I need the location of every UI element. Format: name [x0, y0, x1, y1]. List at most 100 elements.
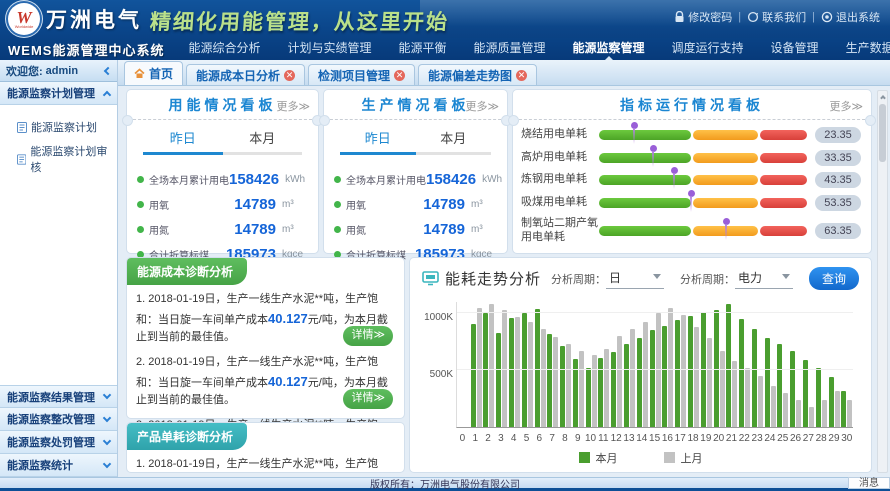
tab-yesterday[interactable]: 昨日: [143, 128, 223, 155]
chart-plot: 500K 1000K: [456, 302, 853, 428]
chart-bar: [541, 329, 546, 427]
bar-chart: 500K 1000K 01234567891011121314151617181…: [420, 298, 861, 466]
scroll-up-button[interactable]: [878, 91, 887, 102]
tab-this-month[interactable]: 本月: [223, 128, 303, 155]
bar-segment-green: [599, 130, 691, 140]
x-axis-tick: 1: [469, 431, 482, 446]
chart-bar: [681, 315, 686, 428]
sidebar-section-punishment-management[interactable]: 能源监察处罚管理: [0, 431, 117, 454]
chart-column: [623, 302, 636, 427]
nav-item-energy-supervision[interactable]: 能源监察管理: [573, 38, 645, 60]
chart-column: [559, 302, 572, 427]
bar-segment-green: [599, 226, 691, 236]
close-icon[interactable]: ✕: [394, 70, 405, 81]
divider: [325, 119, 506, 120]
kpi-row: 烧结用电单耗 23.35: [521, 127, 861, 143]
chart-bar: [604, 349, 609, 427]
bullet-dot-icon: [137, 226, 144, 233]
kpi-label: 炼钢用电单耗: [521, 173, 599, 187]
scrollbar-thumb[interactable]: [879, 104, 886, 162]
tab-this-month[interactable]: 本月: [416, 128, 492, 155]
nav-item-energy-analysis[interactable]: 能源综合分析: [188, 38, 260, 60]
energy-type-select[interactable]: 电力: [735, 269, 793, 289]
logout-link[interactable]: 退出系统: [821, 9, 880, 25]
chart-bar: [662, 326, 667, 427]
kpi-row: 制氧站二期产氧用电单耗 63.35: [521, 217, 861, 245]
diagnosis-list: 1. 2018-01-19日，生产一线生产水泥**吨，生产饱和：当日旋一车间单产…: [127, 450, 404, 473]
chart-column: [764, 302, 777, 427]
nav-item-energy-balance[interactable]: 能源平衡: [398, 38, 446, 60]
more-link[interactable]: 更多≫: [276, 98, 310, 114]
chart-column: [495, 302, 508, 427]
vertical-scrollbar[interactable]: [877, 90, 888, 473]
chart-bar: [515, 317, 520, 427]
tab-energy-cost-analysis[interactable]: 能源成本日分析 ✕: [186, 64, 305, 85]
sidebar-section-rectification-management[interactable]: 能源监察整改管理: [0, 408, 117, 431]
more-link[interactable]: 更多≫: [829, 98, 863, 114]
kpi-bar: [599, 130, 807, 140]
production-panel: 生产情况看板 更多≫ 昨日 本月 全场本月累计用电 158426 kWh: [323, 89, 508, 254]
nav-item-energy-quality[interactable]: 能源质量管理: [474, 38, 546, 60]
nav-item-production-data[interactable]: 生产数据录入: [846, 38, 890, 60]
metric-label: 用氧: [149, 197, 222, 212]
bar-segment-orange: [693, 175, 758, 185]
y-axis-tick: 500K: [421, 369, 453, 380]
metric-row: 用氧 14789 m³: [334, 196, 499, 213]
change-password-link[interactable]: 修改密码: [674, 9, 732, 25]
chart-bar: [847, 400, 852, 427]
chart-column: [828, 302, 841, 427]
section-label: 能源监察统计: [7, 457, 73, 473]
sidebar-section-plan-management[interactable]: 能源监察计划管理: [0, 82, 117, 105]
header: W Worldwide 万洲电气 精细化用能管理，从这里开始 修改密码 | 联系…: [0, 0, 890, 60]
message-tab[interactable]: 消息: [848, 477, 890, 489]
detail-button[interactable]: 详情≫: [343, 389, 393, 409]
metric-value: 158426: [229, 171, 279, 188]
item-number: 1.: [136, 458, 145, 470]
tab-yesterday[interactable]: 昨日: [340, 128, 416, 155]
kpi-row: 高炉用电单耗 33.35: [521, 150, 861, 166]
sidebar-item-supervision-plan[interactable]: 能源监察计划: [0, 115, 117, 139]
chart-bar: [739, 319, 744, 427]
close-icon[interactable]: ✕: [516, 70, 527, 81]
legend-label: 上月: [681, 450, 703, 466]
tab-deviation-trend[interactable]: 能源偏差走势图 ✕: [418, 64, 537, 85]
chart-bar: [796, 400, 801, 427]
query-button[interactable]: 查询: [809, 267, 859, 290]
kpi-value-badge: 63.35: [815, 223, 861, 239]
nav-item-dispatch-support[interactable]: 调度运行支持: [672, 38, 744, 60]
logo-subtext: Worldwide: [15, 25, 34, 29]
sidebar-section-statistics[interactable]: 能源监察统计: [0, 454, 117, 477]
metric-list: 全场本月累计用电 158426 kWh 用氧 14789 m³ 用氮: [127, 161, 318, 263]
more-link[interactable]: 更多≫: [465, 98, 499, 114]
chart-bar: [835, 391, 840, 427]
metric-row: 用氧 14789 m³: [137, 196, 310, 213]
close-icon[interactable]: ✕: [284, 70, 295, 81]
section-label: 能源监察处罚管理: [7, 434, 95, 450]
tab-bar: 首页 能源成本日分析 ✕ 检测项目管理 ✕ 能源偏差走势图 ✕: [118, 60, 890, 86]
sidebar-section-result-management[interactable]: 能源监察结果管理: [0, 385, 117, 408]
nav-item-equipment[interactable]: 设备管理: [771, 38, 819, 60]
chart-column: [457, 302, 470, 427]
x-axis-tick: 14: [635, 431, 648, 446]
sidebar-collapse-button[interactable]: [105, 68, 111, 74]
copyright-text: 版权所有：万洲电气股份有限公司: [370, 476, 520, 491]
sidebar-item-supervision-plan-audit[interactable]: 能源监察计划审核: [0, 139, 117, 179]
period-select[interactable]: 日: [606, 269, 664, 289]
detail-button[interactable]: 详情≫: [343, 326, 393, 346]
tab-home[interactable]: 首页: [124, 61, 183, 85]
logo: W Worldwide 万洲电气: [8, 3, 142, 35]
chart-column: [840, 302, 853, 427]
chart-bar: [765, 338, 770, 427]
x-axis-tick: 26: [789, 431, 802, 446]
bar-segment-red: [760, 153, 807, 163]
section-label: 能源监察结果管理: [7, 389, 95, 405]
contact-us-link[interactable]: 联系我们: [747, 9, 806, 25]
metric-row: 全场本月累计用电 158426 kWh: [137, 171, 310, 188]
tab-inspection-project[interactable]: 检测项目管理 ✕: [308, 64, 415, 85]
y-axis-tick: 1000K: [421, 312, 453, 323]
chart-bar: [841, 391, 846, 427]
nav-item-plan-management[interactable]: 计划与实绩管理: [287, 38, 371, 60]
chart-column: [674, 302, 687, 427]
slogan: 精细化用能管理，从这里开始: [149, 6, 450, 36]
chart-column: [546, 302, 559, 427]
